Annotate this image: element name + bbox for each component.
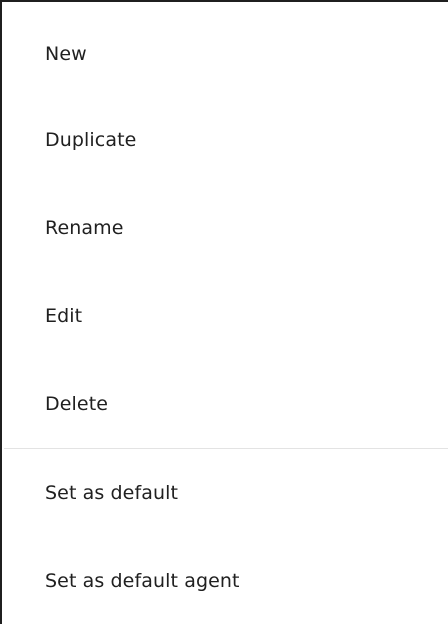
- menu-item-label: Set as default agent: [45, 570, 240, 592]
- menu-item-set-as-default[interactable]: Set as default: [2, 449, 448, 537]
- menu-group-primary: New Duplicate Rename Edit Delete: [2, 2, 448, 448]
- context-menu: New Duplicate Rename Edit Delete Set as …: [0, 0, 448, 624]
- menu-item-new[interactable]: New: [2, 12, 448, 96]
- menu-item-label: New: [45, 43, 87, 65]
- menu-item-rename[interactable]: Rename: [2, 184, 448, 272]
- menu-item-label: Delete: [45, 393, 109, 415]
- menu-item-label: Set as default: [45, 482, 179, 504]
- menu-item-label: Duplicate: [45, 129, 137, 151]
- menu-item-duplicate[interactable]: Duplicate: [2, 96, 448, 184]
- menu-item-edit[interactable]: Edit: [2, 272, 448, 360]
- menu-item-set-as-default-agent[interactable]: Set as default agent: [2, 537, 448, 625]
- menu-item-label: Rename: [45, 217, 124, 239]
- menu-item-delete[interactable]: Delete: [2, 360, 448, 448]
- menu-item-label: Edit: [45, 305, 83, 327]
- menu-group-secondary: Set as default Set as default agent: [2, 449, 448, 625]
